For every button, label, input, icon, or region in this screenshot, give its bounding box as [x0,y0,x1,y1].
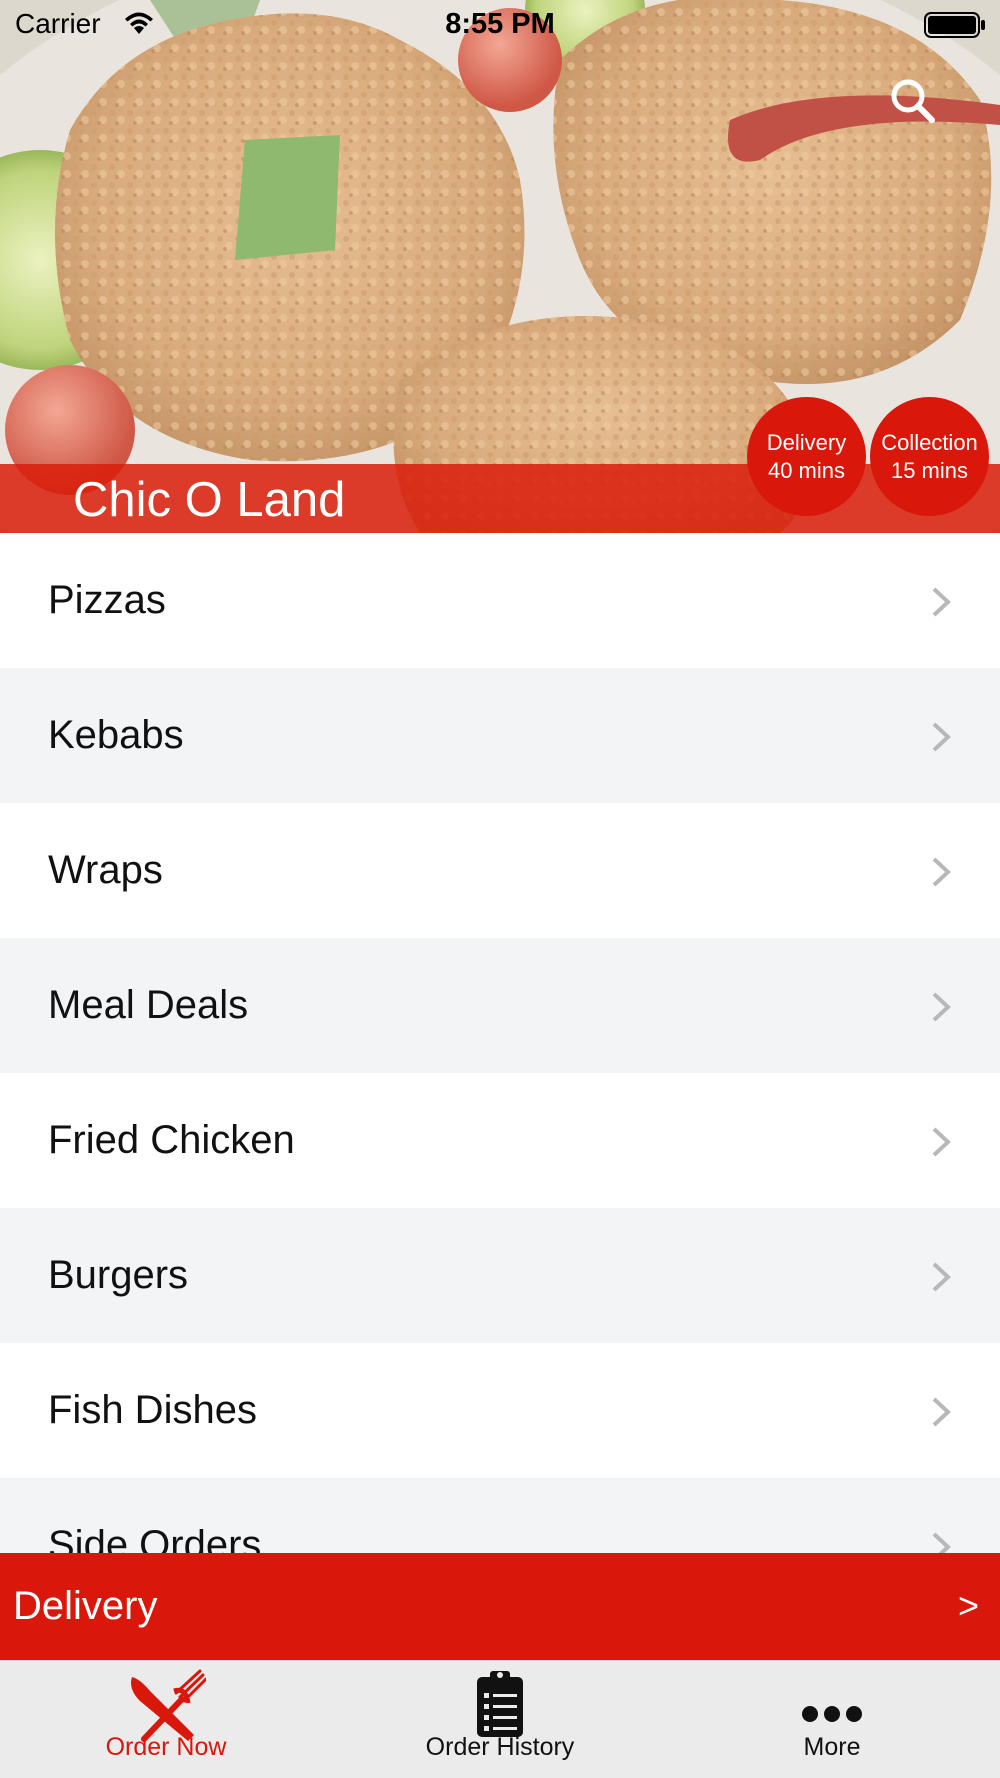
category-label: Burgers [48,1253,189,1297]
clock: 8:55 PM [445,8,555,40]
category-row-pizzas[interactable]: Pizzas [0,533,1000,668]
collection-badge-time: 15 mins [890,457,969,483]
category-row-wraps[interactable]: Wraps [0,803,1000,938]
category-label: Kebabs [48,713,184,757]
tab-order-now-label: Order Now [105,1733,227,1761]
category-row-fried-chicken[interactable]: Fried Chicken [0,1073,1000,1208]
chevron-right-icon [932,1532,951,1553]
clipboard-list-icon [477,1671,523,1737]
delivery-badge-label: Delivery [766,429,847,455]
category-row-meal-deals[interactable]: Meal Deals [0,938,1000,1073]
category-label: Side Orders [48,1523,262,1553]
chevron-right-icon [932,1397,951,1427]
collection-time-badge: Collection 15 mins [870,397,989,516]
category-list: Pizzas Kebabs Wraps Meal Deals Fried Chi… [0,533,1000,1553]
status-bar: Carrier 8:55 PM [0,0,1000,50]
category-row-burgers[interactable]: Burgers [0,1208,1000,1343]
tab-order-history-label: Order History [425,1733,575,1761]
category-label: Fish Dishes [48,1388,257,1432]
delivery-mode-button[interactable]: Delivery > [0,1553,1000,1660]
category-row-fish-dishes[interactable]: Fish Dishes [0,1343,1000,1478]
tab-order-now[interactable]: Order Now [60,1661,272,1778]
delivery-time-badge: Delivery 40 mins [747,397,866,516]
tab-bar: Order Now Order History More [0,1660,1000,1778]
collection-badge-label: Collection [881,429,978,455]
chevron-right-icon [932,722,951,752]
tab-more-label: More [803,1733,861,1761]
more-dots-icon [802,1706,862,1722]
category-label: Fried Chicken [48,1118,295,1162]
tab-more[interactable]: More [742,1661,922,1778]
delivery-mode-label: Delivery [13,1584,158,1628]
hero-banner: Carrier 8:55 PM Chic O Land Delivery 40 … [0,0,1000,533]
delivery-arrow: > [958,1585,980,1626]
category-label: Wraps [48,848,163,892]
chevron-right-icon [932,587,951,617]
category-label: Pizzas [48,578,166,622]
store-name: Chic O Land [73,473,346,527]
chevron-right-icon [932,1262,951,1292]
category-row-kebabs[interactable]: Kebabs [0,668,1000,803]
delivery-badge-time: 40 mins [767,457,846,483]
tab-order-history[interactable]: Order History [380,1661,620,1778]
battery-icon [924,12,985,38]
chevron-right-icon [932,857,951,887]
search-icon[interactable] [886,74,940,128]
chevron-right-icon [932,1127,951,1157]
category-label: Meal Deals [48,983,249,1027]
chevron-right-icon [932,992,951,1022]
category-row-side-orders[interactable]: Side Orders [0,1478,1000,1553]
